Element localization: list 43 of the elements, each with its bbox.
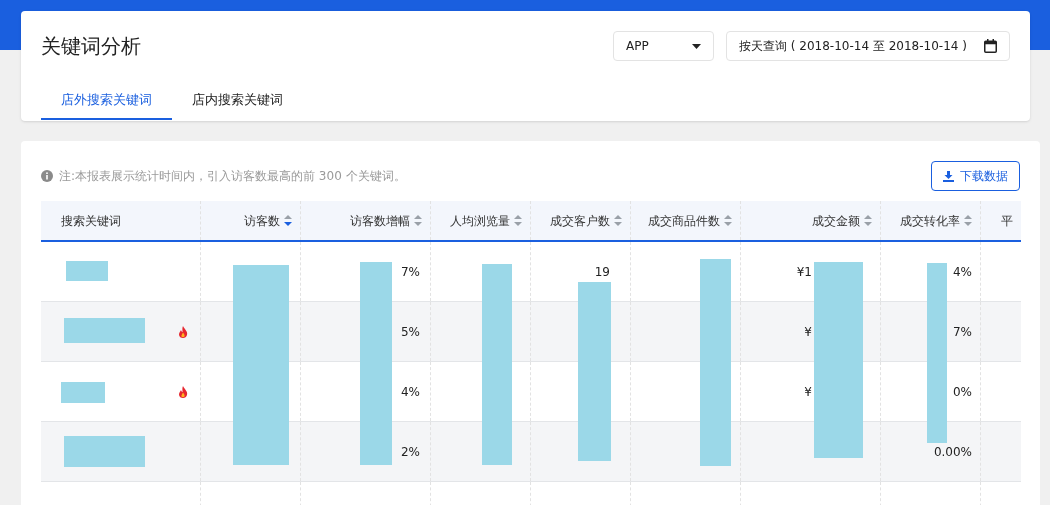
table-cell-text: ¥ (804, 383, 812, 401)
table-cell-text: 19 (594, 263, 610, 281)
table-cell-text: 7% (952, 323, 972, 341)
table-cell-text: ¥1 (796, 263, 812, 281)
table-cell-text: ¥ (804, 323, 812, 341)
flame-icon (178, 385, 188, 398)
sort-icon[interactable] (414, 215, 422, 226)
caret-icon (692, 43, 701, 49)
sort-icon[interactable] (964, 215, 972, 226)
sort-icon[interactable] (614, 215, 622, 226)
redaction-block (61, 382, 105, 403)
column-header: 成交客户数 (550, 212, 610, 230)
table-cell-text: 4% (952, 263, 972, 281)
table-cell-text: 7% (400, 263, 420, 281)
platform-select[interactable]: APP (613, 31, 714, 61)
column-header: 人均浏览量 (450, 212, 510, 230)
column-header: 搜索关键词 (61, 212, 121, 230)
column-header: 访客数 (244, 212, 280, 230)
date-range-field[interactable]: 按天查询 ( 2018-10-14 至 2018-10-14 ) (726, 31, 1010, 61)
column-header: 平 (1001, 212, 1013, 230)
tab[interactable]: 店内搜索关键词 (172, 81, 303, 120)
info-icon (41, 170, 53, 182)
sort-icon[interactable] (514, 215, 522, 226)
download-button[interactable]: 下载数据 (931, 161, 1020, 191)
column-header: 成交转化率 (900, 212, 960, 230)
table-cell-text: 5% (400, 323, 420, 341)
sort-icon[interactable] (284, 215, 292, 226)
flame-icon (178, 325, 188, 338)
table-cell-text: 0% (952, 383, 972, 401)
sort-icon[interactable] (864, 215, 872, 226)
calendar-icon (984, 39, 997, 53)
download-icon (943, 170, 954, 182)
column-header: 成交商品件数 (648, 212, 720, 230)
page-title: 关键词分析 (41, 33, 141, 60)
tab[interactable]: 店外搜索关键词 (41, 81, 172, 120)
sort-icon[interactable] (724, 215, 732, 226)
column-header: 访客数增幅 (350, 212, 410, 230)
table-cell-text: 2% (400, 443, 420, 461)
note-text: 注:本报表展示统计时间内，引入访客数最高的前 300 个关键词。 (59, 168, 406, 185)
redaction-block (66, 261, 108, 281)
table-cell-text: 0.00% (933, 443, 972, 461)
table-cell-text: 4% (400, 383, 420, 401)
column-header: 成交金额 (812, 212, 860, 230)
